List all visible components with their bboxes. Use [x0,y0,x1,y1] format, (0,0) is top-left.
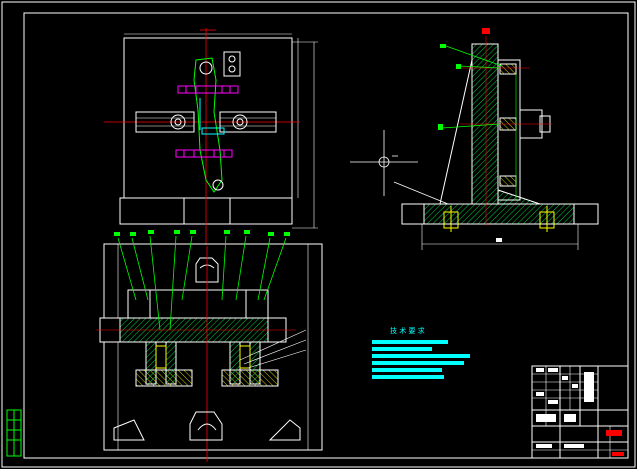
outer-frame [1,1,636,468]
tech-requirements-heading: 技 术 要 求 [390,326,425,335]
cad-drawing: 技 术 要 求 [1,1,636,468]
front-section-view [96,230,323,462]
side-section-view [350,28,599,250]
tech-requirements: 技 术 要 求 [372,326,470,379]
binding-strip [6,409,22,457]
title-block [531,365,629,459]
top-view [104,28,318,245]
